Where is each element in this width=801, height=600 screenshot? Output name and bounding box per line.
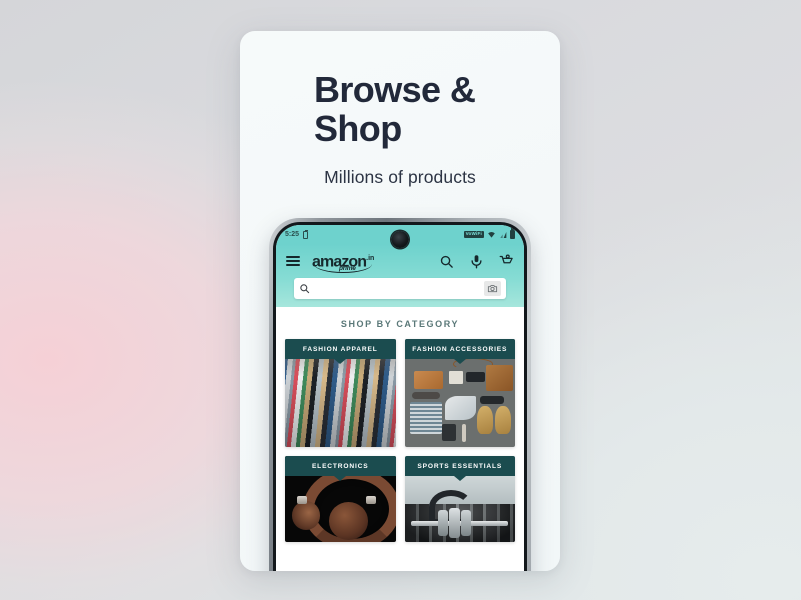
wifi-icon: [488, 231, 495, 238]
search-bar-container: [286, 274, 514, 307]
battery-icon: [510, 228, 515, 239]
app-content: SHOP BY CATEGORY FASHION APPAREL FASHION…: [276, 307, 524, 542]
amazon-logo[interactable]: amazon.in prime: [312, 252, 386, 274]
network-label: VoWiFi: [463, 231, 484, 238]
cart-icon[interactable]: [499, 253, 514, 269]
section-title: SHOP BY CATEGORY: [340, 319, 460, 329]
category-label: FASHION ACCESSORIES: [404, 339, 515, 359]
app-header-row: amazon.in prime: [286, 248, 514, 274]
category-label: SPORTS ESSENTIALS: [404, 456, 515, 476]
page-title-line1: Browse &: [314, 69, 476, 110]
status-time: 5:25: [285, 231, 300, 238]
category-card-fashion-apparel[interactable]: FASHION APPAREL: [285, 339, 396, 447]
signal-bars-icon: [500, 231, 507, 238]
phone-screen: 5:25 VoWiFi amazon.in prime SHOP BY CATE…: [276, 225, 524, 571]
hamburger-menu-icon[interactable]: [286, 255, 300, 267]
category-card-sports-essentials[interactable]: SPORTS ESSENTIALS: [404, 456, 515, 542]
punch-hole-camera-icon: [391, 231, 409, 248]
category-card-electronics[interactable]: ELECTRONICS: [285, 456, 396, 542]
app-header: amazon.in prime: [276, 244, 524, 307]
category-grid: FASHION APPAREL FASHION ACCESSORIES ELEC…: [285, 339, 515, 542]
microphone-icon[interactable]: [469, 254, 484, 269]
search-bar[interactable]: [294, 278, 506, 299]
search-icon: [299, 283, 310, 294]
app-header-icons: [439, 253, 514, 269]
category-label: FASHION APPAREL: [285, 339, 396, 359]
promo-card: Browse & Shop Millions of products 5:25 …: [240, 31, 560, 571]
category-label: ELECTRONICS: [285, 456, 396, 476]
category-card-fashion-accessories[interactable]: FASHION ACCESSORIES: [404, 339, 515, 447]
search-input[interactable]: [314, 284, 484, 293]
brand-tld: .in: [366, 255, 375, 263]
status-bar-right: VoWiFi: [463, 228, 515, 239]
page-subtitle: Millions of products: [324, 167, 476, 187]
brand-prime-label: prime: [339, 265, 356, 273]
camera-icon[interactable]: [484, 281, 501, 296]
phone-bezel: 5:25 VoWiFi amazon.in prime SHOP BY CATE…: [273, 222, 527, 571]
phone-mockup: 5:25 VoWiFi amazon.in prime SHOP BY CATE…: [269, 218, 531, 571]
search-icon[interactable]: [439, 254, 454, 269]
status-bar-left: 5:25: [285, 229, 309, 239]
page-title-line2: Shop: [314, 108, 402, 149]
battery-small-icon: [303, 229, 309, 239]
